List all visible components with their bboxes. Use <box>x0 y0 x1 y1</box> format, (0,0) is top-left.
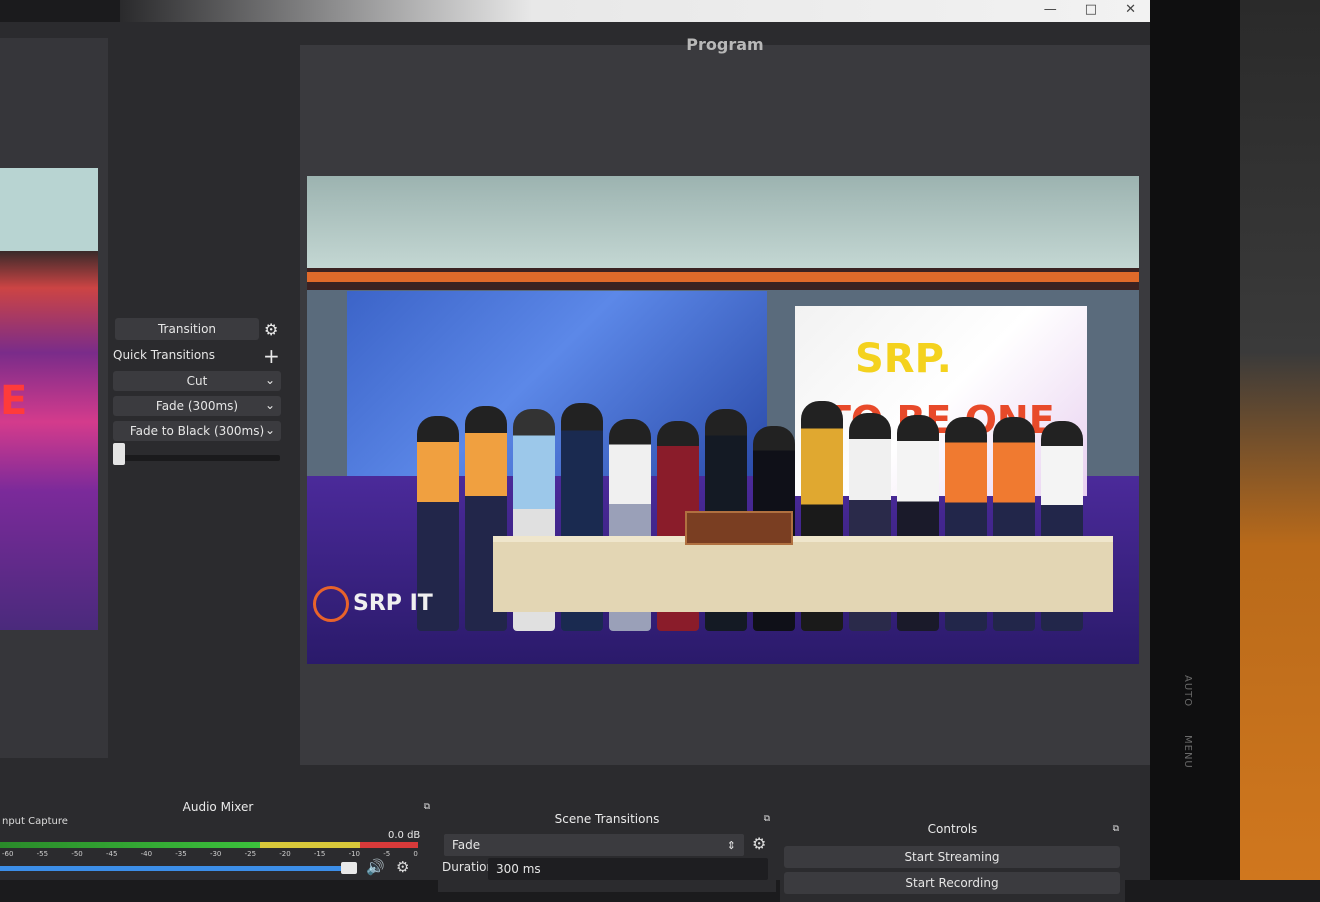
audio-scale-tick: -10 <box>348 850 360 858</box>
undock-icon[interactable]: ⧉ <box>1113 824 1119 834</box>
audio-meter-green <box>0 842 260 848</box>
audio-scale-tick: -40 <box>140 850 153 858</box>
monitor-bezel <box>1150 0 1240 880</box>
preview-image-text: E <box>0 378 28 424</box>
desk-name-plate <box>685 511 793 545</box>
audio-scale-tick: -15 <box>313 850 326 858</box>
bezel-menu-label: MENU <box>1182 735 1193 769</box>
quick-transition-label: Fade to Black (300ms) <box>129 424 265 438</box>
audio-scale-tick: -60 <box>2 850 14 858</box>
audio-source-label: nput Capture <box>2 816 68 827</box>
transition-select[interactable]: Fade ⇕ <box>444 834 744 856</box>
audio-meter-red <box>360 842 418 848</box>
chevron-down-icon: ⌄ <box>264 423 275 437</box>
quick-transition-cut[interactable]: Cut ⌄ <box>113 371 281 391</box>
audio-scale-tick: -45 <box>105 850 118 858</box>
start-streaming-button[interactable]: Start Streaming <box>784 846 1120 868</box>
add-icon[interactable]: + <box>263 344 280 368</box>
gear-icon[interactable]: ⚙ <box>752 834 766 853</box>
logo-ring-icon <box>313 586 349 622</box>
undock-icon[interactable]: ⧉ <box>764 814 770 824</box>
quick-transition-fade-to-black[interactable]: Fade to Black (300ms) ⌄ <box>113 421 281 441</box>
start-recording-button[interactable]: Start Recording <box>784 872 1120 894</box>
undock-icon[interactable]: ⧉ <box>424 802 430 812</box>
audio-scale: -60 -55 -50 -45 -40 -35 -30 -25 -20 -15 -10 -5 0 <box>2 850 418 858</box>
audio-scale-tick: -55 <box>36 850 49 858</box>
quick-transition-fade[interactable]: Fade (300ms) ⌄ <box>113 396 281 416</box>
program-title: Program <box>686 35 764 54</box>
t-bar-handle[interactable] <box>113 443 125 465</box>
program-output: SRP. TO BE ONE SRP IT <box>307 176 1139 664</box>
backdrop-title: SRP. <box>855 336 952 382</box>
audio-level-readout: 0.0 dB <box>388 830 421 841</box>
srp-it-watermark: SRP IT <box>313 586 433 622</box>
watermark-text: SRP IT <box>353 591 433 616</box>
duration-value: 300 ms <box>496 862 541 876</box>
window-titlebar: — □ ✕ <box>120 0 1150 22</box>
close-button[interactable]: ✕ <box>1125 2 1136 17</box>
duration-field[interactable]: 300 ms <box>488 858 768 880</box>
volume-slider-handle[interactable] <box>341 862 357 874</box>
t-bar-track[interactable] <box>118 455 280 461</box>
quick-transitions-label: Quick Transitions <box>113 348 216 362</box>
audio-mixer-title: Audio Mixer <box>182 800 254 814</box>
audio-meter-yellow <box>260 842 360 848</box>
gear-icon[interactable]: ⚙ <box>264 320 278 339</box>
audio-mixer-dock: Audio Mixer ⧉ nput Capture 0.0 dB -60 -55… <box>0 798 436 880</box>
studio-orange-strip <box>307 272 1139 282</box>
quick-transition-label: Cut <box>186 374 208 388</box>
audio-scale-tick: 0 <box>413 850 418 858</box>
duration-label: Duration <box>442 860 495 874</box>
scene-transitions-title: Scene Transitions <box>554 812 660 826</box>
quick-transition-label: Fade (300ms) <box>155 399 239 413</box>
audio-scale-tick: -35 <box>175 850 187 858</box>
studio-ceiling <box>307 176 1139 276</box>
controls-dock: Controls ⧉ Start Streaming Start Recordi… <box>780 820 1125 902</box>
background-room <box>1240 0 1320 880</box>
audio-scale-tick: -50 <box>71 850 83 858</box>
spin-arrows-icon: ⇕ <box>726 838 736 852</box>
audio-scale-tick: -25 <box>244 850 257 858</box>
transition-button[interactable]: Transition <box>115 318 259 340</box>
gear-icon[interactable]: ⚙ <box>396 858 409 876</box>
bezel-auto-label: AUTO <box>1182 675 1193 708</box>
chevron-down-icon: ⌄ <box>264 398 275 412</box>
studio-desk <box>493 536 1113 612</box>
controls-title: Controls <box>927 822 978 836</box>
speaker-icon[interactable]: 🔊 <box>366 858 385 876</box>
transition-select-value: Fade <box>452 838 481 852</box>
audio-scale-tick: -20 <box>279 850 291 858</box>
audio-scale-tick: -5 <box>383 850 391 858</box>
minimize-button[interactable]: — <box>1044 2 1057 17</box>
maximize-button[interactable]: □ <box>1085 2 1097 17</box>
chevron-down-icon: ⌄ <box>264 373 275 387</box>
audio-scale-tick: -30 <box>209 850 222 858</box>
volume-slider-track[interactable] <box>0 866 350 871</box>
